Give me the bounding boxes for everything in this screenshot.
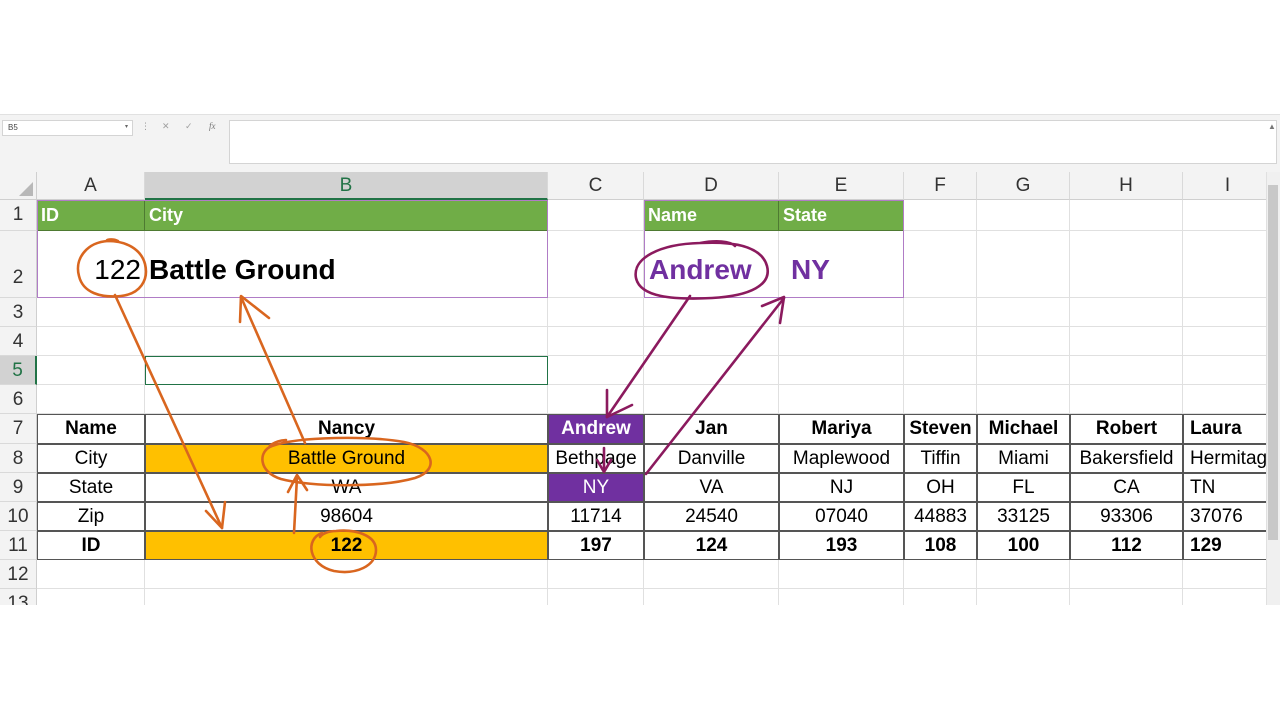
table-cell-name[interactable]: Jan xyxy=(644,414,779,444)
table-cell-city[interactable]: Danville xyxy=(644,444,779,473)
table-cell-city[interactable]: Tiffin xyxy=(904,444,977,473)
worksheet: ABCDEFGHI 1 2 3 4 5 6 7 8 9 10 11 12 13 ID City 122 Bat… xyxy=(0,172,1266,605)
chevron-down-icon[interactable]: ▾ xyxy=(125,123,128,130)
table-row-label[interactable]: Zip xyxy=(37,502,145,531)
table-cell-id[interactable]: 108 xyxy=(904,531,977,560)
table-cell-zip[interactable]: 11714 xyxy=(548,502,644,531)
row-header-3[interactable]: 3 xyxy=(0,298,37,327)
column-header-g[interactable]: G xyxy=(977,172,1070,200)
table-cell-id[interactable]: 193 xyxy=(779,531,904,560)
scrollbar-thumb[interactable] xyxy=(1268,185,1278,540)
column-header-b[interactable]: B xyxy=(145,172,548,200)
column-header-a[interactable]: A xyxy=(37,172,145,200)
table-cell-state[interactable]: VA xyxy=(644,473,779,502)
row-header-9[interactable]: 9 xyxy=(0,473,37,502)
table-cell-state[interactable]: WA xyxy=(145,473,548,502)
table-cell-state[interactable]: NJ xyxy=(779,473,904,502)
gridline xyxy=(37,326,1266,327)
table-cell-city[interactable]: Hermitage xyxy=(1183,444,1266,473)
table-cell-name[interactable]: Steven xyxy=(904,414,977,444)
column-header-d[interactable]: D xyxy=(644,172,779,200)
table-cell-zip[interactable]: 98604 xyxy=(145,502,548,531)
table-cell-city[interactable]: Battle Ground xyxy=(145,444,548,473)
row-header-12[interactable]: 12 xyxy=(0,560,37,589)
insert-function-icon[interactable]: fx xyxy=(209,121,216,131)
table-cell-zip[interactable]: 44883 xyxy=(904,502,977,531)
table-cell-id[interactable]: 197 xyxy=(548,531,644,560)
more-icon: ⋮ xyxy=(141,121,150,131)
table-row-label[interactable]: Name xyxy=(37,414,145,444)
table-cell-name[interactable]: Michael xyxy=(977,414,1070,444)
table-cell-zip[interactable]: 24540 xyxy=(644,502,779,531)
select-all-button[interactable] xyxy=(0,172,37,200)
table-cell-name[interactable]: Nancy xyxy=(145,414,548,444)
column-header-f[interactable]: F xyxy=(904,172,977,200)
table-cell-state[interactable]: OH xyxy=(904,473,977,502)
formula-input[interactable] xyxy=(229,120,1277,164)
row-header-7[interactable]: 7 xyxy=(0,414,37,444)
enter-icon[interactable]: ✓ xyxy=(185,121,193,132)
table-cell-name[interactable]: Laura xyxy=(1183,414,1266,444)
row-header-11[interactable]: 11 xyxy=(0,531,37,560)
column-header-e[interactable]: E xyxy=(779,172,904,200)
table-row-label[interactable]: City xyxy=(37,444,145,473)
scroll-up-icon[interactable]: ▲ xyxy=(1268,122,1276,131)
table-cell-zip[interactable]: 93306 xyxy=(1070,502,1183,531)
row-header-4[interactable]: 4 xyxy=(0,327,37,356)
gridline xyxy=(37,588,1266,589)
name-box-value: B5 xyxy=(8,123,18,132)
table-cell-name[interactable]: Robert xyxy=(1070,414,1183,444)
row-header-5[interactable]: 5 xyxy=(0,356,37,385)
row-header-10[interactable]: 10 xyxy=(0,502,37,531)
table-row-label[interactable]: ID xyxy=(37,531,145,560)
cell-grid[interactable]: ID City 122 Battle Ground Name State Andrew NY N… xyxy=(37,200,1266,605)
table-cell-zip[interactable]: 07040 xyxy=(779,502,904,531)
table-cell-city[interactable]: Bakersfield xyxy=(1070,444,1183,473)
table-cell-city[interactable]: Miami xyxy=(977,444,1070,473)
selected-cell-b5[interactable] xyxy=(145,356,548,385)
lookup-1-border xyxy=(37,200,548,298)
row-header-2[interactable]: 2 xyxy=(0,231,37,298)
table-cell-state[interactable]: NY xyxy=(548,473,644,502)
row-header-13[interactable]: 13 xyxy=(0,589,37,605)
name-box[interactable]: B5 ▾ xyxy=(2,120,133,136)
row-header-1[interactable]: 1 xyxy=(0,200,37,231)
table-row-label[interactable]: State xyxy=(37,473,145,502)
table-cell-state[interactable]: TN xyxy=(1183,473,1266,502)
column-header-c[interactable]: C xyxy=(548,172,644,200)
table-cell-id[interactable]: 129 xyxy=(1183,531,1266,560)
column-header-i[interactable]: I xyxy=(1183,172,1266,200)
table-cell-state[interactable]: FL xyxy=(977,473,1070,502)
row-header-6[interactable]: 6 xyxy=(0,385,37,414)
table-cell-id[interactable]: 122 xyxy=(145,531,548,560)
table-cell-city[interactable]: Maplewood xyxy=(779,444,904,473)
table-cell-name[interactable]: Mariya xyxy=(779,414,904,444)
table-cell-id[interactable]: 112 xyxy=(1070,531,1183,560)
column-header-h[interactable]: H xyxy=(1070,172,1183,200)
table-cell-zip[interactable]: 33125 xyxy=(977,502,1070,531)
table-cell-state[interactable]: CA xyxy=(1070,473,1183,502)
table-cell-zip[interactable]: 37076 xyxy=(1183,502,1266,531)
table-cell-name[interactable]: Andrew xyxy=(548,414,644,444)
table-cell-city[interactable]: Bethpage xyxy=(548,444,644,473)
table-cell-id[interactable]: 124 xyxy=(644,531,779,560)
row-header-8[interactable]: 8 xyxy=(0,444,37,473)
cancel-icon[interactable]: ✕ xyxy=(162,121,170,132)
lookup-2-border xyxy=(644,200,904,298)
table-cell-id[interactable]: 100 xyxy=(977,531,1070,560)
